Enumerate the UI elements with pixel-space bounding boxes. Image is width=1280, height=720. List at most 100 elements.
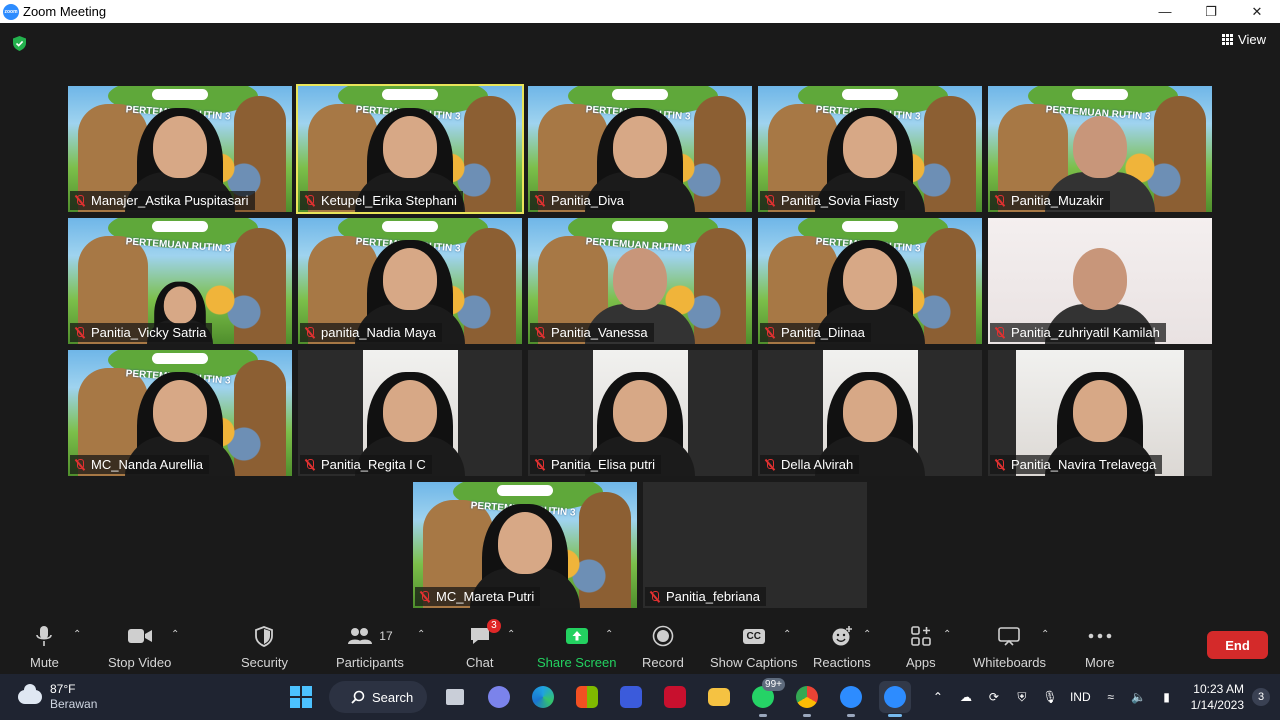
participant-name: Panitia_Diva bbox=[551, 193, 624, 208]
more-button[interactable]: More bbox=[1085, 625, 1115, 670]
muted-mic-icon bbox=[534, 326, 546, 339]
muted-mic-icon bbox=[994, 458, 1006, 471]
participant-video-tile[interactable]: PERTEMUAN RUTIN 3 Panitia_Muzakir bbox=[988, 86, 1212, 212]
zoom-meeting-taskbar-icon[interactable] bbox=[879, 681, 911, 717]
participants-options-caret-icon[interactable]: ⌃ bbox=[417, 629, 425, 640]
captions-options-caret-icon[interactable]: ⌃ bbox=[783, 629, 791, 640]
participant-video-tile[interactable]: PERTEMUAN RUTIN 3 MC_Nanda Aurellia bbox=[68, 350, 292, 476]
security-button[interactable]: Security bbox=[241, 625, 288, 670]
zoom-taskbar-icon[interactable] bbox=[835, 681, 867, 717]
participant-video-tile[interactable]: Panitia_zuhriyatil Kamilah bbox=[988, 218, 1212, 344]
volume-icon[interactable]: 🔈 bbox=[1131, 690, 1147, 704]
muted-mic-icon bbox=[649, 590, 661, 603]
chat-bubble-icon: 3 bbox=[469, 619, 501, 647]
record-button[interactable]: Record bbox=[642, 625, 684, 670]
taskbar-apps: Search 99+ bbox=[285, 678, 911, 717]
participant-video-tile[interactable]: PERTEMUAN RUTIN 3 Panitia_Sovia Fiasty bbox=[758, 86, 982, 212]
defender-shield-icon[interactable]: ⛨ bbox=[1014, 690, 1030, 704]
smiley-plus-icon bbox=[831, 625, 853, 647]
onedrive-icon[interactable]: ☁ bbox=[958, 690, 974, 704]
search-label: Search bbox=[372, 689, 414, 705]
participant-name: MC_Mareta Putri bbox=[436, 589, 535, 604]
chat-button[interactable]: 3 Chat bbox=[466, 619, 501, 670]
microsoft-store-icon[interactable] bbox=[571, 681, 603, 713]
mute-button[interactable]: Mute bbox=[30, 625, 59, 670]
encryption-shield-icon[interactable] bbox=[11, 35, 28, 52]
meeting-area: View PERTEMUAN RUTIN 3 Manajer_Astika Pus… bbox=[0, 23, 1280, 617]
notifications-badge[interactable]: 3 bbox=[1252, 688, 1270, 706]
participant-video-tile[interactable]: Panitia_Navira Trelavega bbox=[988, 350, 1212, 476]
share-options-caret-icon[interactable]: ⌃ bbox=[605, 629, 613, 640]
participants-button[interactable]: 17 Participants bbox=[336, 625, 404, 670]
participant-video-tile[interactable]: Panitia_Regita I C bbox=[298, 350, 522, 476]
teams-chat-icon[interactable] bbox=[483, 681, 515, 713]
video-camera-icon bbox=[127, 625, 153, 647]
apps-button[interactable]: Apps bbox=[906, 625, 936, 670]
windows-taskbar: 87°F Berawan Search 99+ ⌃ ☁ ⟳ ⛨ 🎙 IND ≈ … bbox=[0, 674, 1280, 720]
reactions-options-caret-icon[interactable]: ⌃ bbox=[863, 629, 871, 640]
language-indicator[interactable]: IND bbox=[1070, 690, 1091, 704]
chat-badge: 3 bbox=[487, 619, 501, 633]
end-meeting-button[interactable]: End bbox=[1207, 631, 1268, 659]
chrome-icon[interactable] bbox=[791, 681, 823, 717]
more-dots-icon bbox=[1088, 625, 1112, 647]
weather-temperature: 87°F bbox=[50, 682, 76, 696]
mic-tray-icon[interactable]: 🎙 bbox=[1042, 690, 1058, 704]
muted-mic-icon bbox=[74, 458, 86, 471]
view-button[interactable]: View bbox=[1222, 32, 1266, 47]
wifi-icon[interactable]: ≈ bbox=[1103, 690, 1119, 704]
mcafee-icon[interactable] bbox=[659, 681, 691, 713]
edge-browser-icon[interactable] bbox=[527, 681, 559, 713]
apps-options-caret-icon[interactable]: ⌃ bbox=[943, 629, 951, 640]
participant-video-tile[interactable]: PERTEMUAN RUTIN 3 Panitia_Diva bbox=[528, 86, 752, 212]
participant-video-tile[interactable]: PERTEMUAN RUTIN 3 Panitia_Diinaa bbox=[758, 218, 982, 344]
whiteboard-icon bbox=[997, 625, 1021, 647]
sync-icon[interactable]: ⟳ bbox=[986, 690, 1002, 704]
participant-video-tile[interactable]: PERTEMUAN RUTIN 3 Ketupel_Erika Stephani bbox=[296, 84, 524, 214]
audio-options-caret-icon[interactable]: ⌃ bbox=[73, 629, 81, 640]
video-options-caret-icon[interactable]: ⌃ bbox=[171, 629, 179, 640]
minimize-icon[interactable]: — bbox=[1142, 0, 1188, 23]
view-label: View bbox=[1238, 32, 1266, 47]
participant-name: Panitia_Muzakir bbox=[1011, 193, 1104, 208]
chat-options-caret-icon[interactable]: ⌃ bbox=[507, 629, 515, 640]
participant-video-tile[interactable]: PERTEMUAN RUTIN 3 Panitia_Vicky Satria bbox=[68, 218, 292, 344]
participant-video-tile[interactable]: PERTEMUAN RUTIN 3 Panitia_Vanessa bbox=[528, 218, 752, 344]
participant-video-tile[interactable]: Panitia_febriana bbox=[643, 482, 867, 608]
participant-video-tile[interactable]: PERTEMUAN RUTIN 3 MC_Mareta Putri bbox=[413, 482, 637, 608]
whatsapp-icon[interactable]: 99+ bbox=[747, 678, 785, 717]
participant-name: Panitia_febriana bbox=[666, 589, 760, 604]
editor-app-icon[interactable] bbox=[615, 681, 647, 713]
stop-video-button[interactable]: Stop Video bbox=[108, 625, 171, 670]
whatsapp-badge: 99+ bbox=[762, 678, 785, 691]
participant-name-tag: Panitia_Sovia Fiasty bbox=[760, 191, 905, 210]
window-title: Zoom Meeting bbox=[23, 4, 107, 19]
taskbar-clock[interactable]: 10:23 AM 1/14/2023 bbox=[1191, 681, 1244, 713]
taskbar-search[interactable]: Search bbox=[329, 681, 427, 713]
task-view-icon[interactable] bbox=[439, 681, 471, 713]
whiteboards-button[interactable]: Whiteboards bbox=[973, 625, 1046, 670]
participant-video-tile[interactable]: PERTEMUAN RUTIN 3 panitia_Nadia Maya bbox=[298, 218, 522, 344]
participant-video-tile[interactable]: PERTEMUAN RUTIN 3 Manajer_Astika Puspitas… bbox=[68, 86, 292, 212]
cloud-icon bbox=[18, 684, 42, 704]
participant-video-tile[interactable]: Della Alvirah bbox=[758, 350, 982, 476]
participant-video-tile[interactable]: Panitia_Elisa putri bbox=[528, 350, 752, 476]
weather-description: Berawan bbox=[50, 697, 98, 711]
participant-name-tag: MC_Mareta Putri bbox=[415, 587, 541, 606]
muted-mic-icon bbox=[764, 326, 776, 339]
close-icon[interactable]: ✕ bbox=[1234, 0, 1280, 23]
title-bar: zoom Zoom Meeting — ❐ ✕ bbox=[0, 0, 1280, 23]
restore-icon[interactable]: ❐ bbox=[1188, 0, 1234, 23]
battery-icon[interactable]: ▮ bbox=[1159, 690, 1175, 704]
whiteboards-options-caret-icon[interactable]: ⌃ bbox=[1041, 629, 1049, 640]
muted-mic-icon bbox=[74, 194, 86, 207]
muted-mic-icon bbox=[534, 194, 546, 207]
chevron-up-icon[interactable]: ⌃ bbox=[930, 690, 946, 704]
start-button[interactable] bbox=[285, 681, 317, 713]
muted-mic-icon bbox=[994, 326, 1006, 339]
clock-date: 1/14/2023 bbox=[1190, 698, 1244, 712]
file-explorer-icon[interactable] bbox=[703, 681, 735, 713]
weather-widget[interactable]: 87°F Berawan bbox=[18, 682, 97, 712]
record-icon bbox=[652, 625, 674, 647]
muted-mic-icon bbox=[534, 458, 546, 471]
